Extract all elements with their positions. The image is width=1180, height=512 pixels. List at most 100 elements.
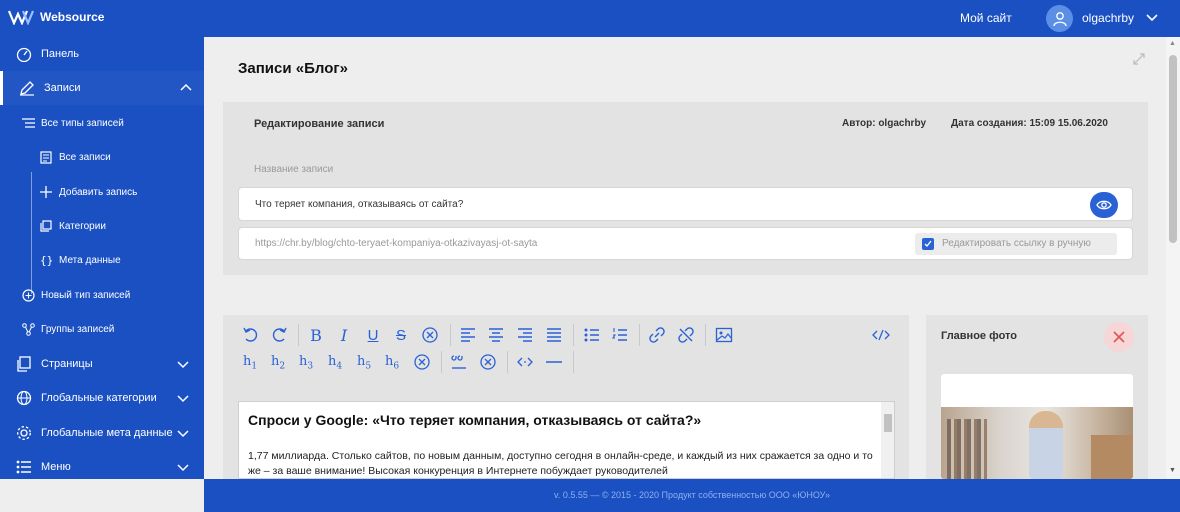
- edit-heading: Редактирование записи: [254, 118, 385, 130]
- edit-slug-label: Редактировать ссылку в ручную: [942, 238, 1091, 249]
- align-left-icon[interactable]: [459, 326, 477, 344]
- underline-icon[interactable]: U: [364, 326, 382, 344]
- avatar[interactable]: [1046, 5, 1073, 32]
- editor-paragraph[interactable]: 1,77 миллиарда. Столько сайтов, по новым…: [248, 449, 878, 478]
- sidebar-item-label: Панель: [41, 48, 80, 60]
- undo-icon[interactable]: [242, 326, 260, 344]
- sidebar-subitem-label: Новый тип записей: [41, 289, 131, 301]
- edit-slug-toggle[interactable]: Редактировать ссылку в ручную: [915, 233, 1117, 255]
- italic-icon[interactable]: I: [335, 326, 353, 345]
- editor-content[interactable]: Спроси у Google: «Что теряет компания, о…: [238, 401, 895, 479]
- chevron-down-icon[interactable]: [1145, 10, 1159, 24]
- numbered-list-icon[interactable]: [611, 326, 629, 344]
- heading-6-button[interactable]: h6: [385, 354, 399, 372]
- sidebar-item-pages[interactable]: Страницы: [0, 347, 204, 381]
- logo[interactable]: Websource: [8, 9, 104, 25]
- heading-5-button[interactable]: h5: [357, 354, 371, 372]
- sidebar-subitem-categories[interactable]: Категории: [0, 211, 204, 241]
- scroll-thumb[interactable]: [1169, 55, 1177, 243]
- sidebar-item-global-meta[interactable]: Глобальные мета данные: [0, 416, 204, 450]
- clear-format-icon[interactable]: [421, 326, 439, 344]
- menu-icon: [16, 460, 31, 474]
- sidebar-item-dashboard[interactable]: Панель: [0, 37, 204, 71]
- slug-value[interactable]: https://chr.by/blog/chto-teryaet-kompani…: [255, 238, 537, 249]
- chevron-down-icon[interactable]: [177, 427, 189, 439]
- created-date: Дата создания: 15:09 15.06.2020: [951, 118, 1108, 129]
- editor-scroll-thumb[interactable]: [884, 414, 892, 432]
- heading-2-button[interactable]: h2: [271, 354, 285, 372]
- quote-icon[interactable]: [450, 353, 468, 371]
- sidebar-subitem-label: Все типы записей: [41, 117, 124, 129]
- code-view-icon[interactable]: [872, 326, 890, 344]
- close-icon: [1113, 331, 1125, 343]
- plus-icon: [40, 186, 52, 198]
- post-title-value[interactable]: Что теряет компания, отказываясь от сайт…: [255, 199, 463, 210]
- top-bar: Websource Мой сайт olgachrby: [0, 0, 1180, 37]
- heading-4-button[interactable]: h4: [328, 354, 342, 372]
- bullet-list-icon[interactable]: [583, 326, 601, 344]
- sidebar-subitem-meta[interactable]: {} Мета данные: [0, 245, 204, 275]
- main-photo-frame[interactable]: [941, 374, 1133, 479]
- sidebar-subitem-all-posts[interactable]: Все записи: [0, 142, 204, 172]
- clear-heading-icon[interactable]: [413, 353, 431, 371]
- editor-scrollbar[interactable]: [881, 402, 894, 478]
- bold-icon[interactable]: B: [307, 326, 325, 345]
- user-icon: [1052, 11, 1067, 26]
- preview-button[interactable]: [1090, 192, 1118, 218]
- align-center-icon[interactable]: [487, 326, 505, 344]
- scroll-up-icon[interactable]: ▲: [1169, 40, 1176, 47]
- title-field-label: Название записи: [254, 164, 334, 175]
- edit-slug-checkbox[interactable]: [922, 238, 934, 250]
- editor-heading[interactable]: Спроси у Google: «Что теряет компания, о…: [248, 412, 701, 428]
- sidebar-item-label: Страницы: [41, 358, 93, 370]
- align-justify-icon[interactable]: [545, 326, 563, 344]
- strikethrough-icon[interactable]: S: [392, 326, 410, 344]
- align-right-icon[interactable]: [516, 326, 534, 344]
- sidebar-item-label: Меню: [41, 461, 71, 473]
- inline-code-icon[interactable]: [516, 353, 534, 371]
- page-title: Записи «Блог»: [238, 60, 348, 77]
- remove-photo-button[interactable]: [1104, 322, 1134, 352]
- sidebar-item-global-categories[interactable]: Глобальные категории: [0, 381, 204, 415]
- scroll-down-icon[interactable]: ▼: [1169, 467, 1176, 474]
- sidebar-subitem-new-type[interactable]: Новый тип записей: [0, 280, 204, 310]
- eye-icon: [1096, 200, 1112, 210]
- chevron-down-icon[interactable]: [177, 392, 189, 404]
- chevron-down-icon[interactable]: [177, 461, 189, 473]
- redo-icon[interactable]: [270, 326, 288, 344]
- check-icon: [924, 240, 932, 247]
- my-site-link[interactable]: Мой сайт: [960, 11, 1012, 25]
- pen-icon: [20, 81, 34, 96]
- toolbar-separator: [441, 351, 442, 373]
- sidebar-subitem-label: Добавить запись: [59, 186, 138, 198]
- sidebar-item-menu[interactable]: Меню: [0, 450, 204, 484]
- sidebar-subitem-add-post[interactable]: Добавить запись: [0, 177, 204, 207]
- sidebar-subitem-groups[interactable]: Группы записей: [0, 314, 204, 344]
- post-title-input[interactable]: Что теряет компания, отказываясь от сайт…: [238, 187, 1133, 221]
- sidebar-subitem-label: Мета данные: [59, 254, 121, 266]
- link-icon[interactable]: [648, 326, 666, 344]
- new-type-icon: [22, 288, 35, 302]
- toolbar-separator: [450, 324, 451, 346]
- author-label: Автор: olgachrby: [842, 118, 927, 129]
- braces-icon: {}: [40, 253, 54, 267]
- slug-input[interactable]: https://chr.by/blog/chto-teryaet-kompani…: [238, 227, 1133, 260]
- logo-icon: [8, 10, 34, 25]
- toolbar-separator: [573, 324, 574, 346]
- username[interactable]: olgachrby: [1082, 11, 1134, 25]
- heading-3-button[interactable]: h3: [299, 354, 313, 372]
- heading-1-button[interactable]: h1: [243, 354, 257, 372]
- unlink-icon[interactable]: [677, 326, 695, 344]
- page-scrollbar[interactable]: ▲ ▼: [1166, 37, 1180, 479]
- chevron-down-icon[interactable]: [177, 358, 189, 370]
- categories-icon: [40, 220, 52, 232]
- image-icon[interactable]: [715, 326, 733, 344]
- clear-block-icon[interactable]: [479, 353, 497, 371]
- horizontal-rule-icon[interactable]: [545, 353, 563, 371]
- dashboard-icon: [16, 47, 32, 62]
- chevron-up-icon[interactable]: [180, 82, 192, 94]
- sidebar-subitem-all-types[interactable]: Все типы записей: [0, 108, 204, 138]
- toolbar-separator: [507, 351, 508, 373]
- sidebar-item-posts[interactable]: Записи: [0, 71, 204, 105]
- expand-icon[interactable]: [1132, 52, 1146, 66]
